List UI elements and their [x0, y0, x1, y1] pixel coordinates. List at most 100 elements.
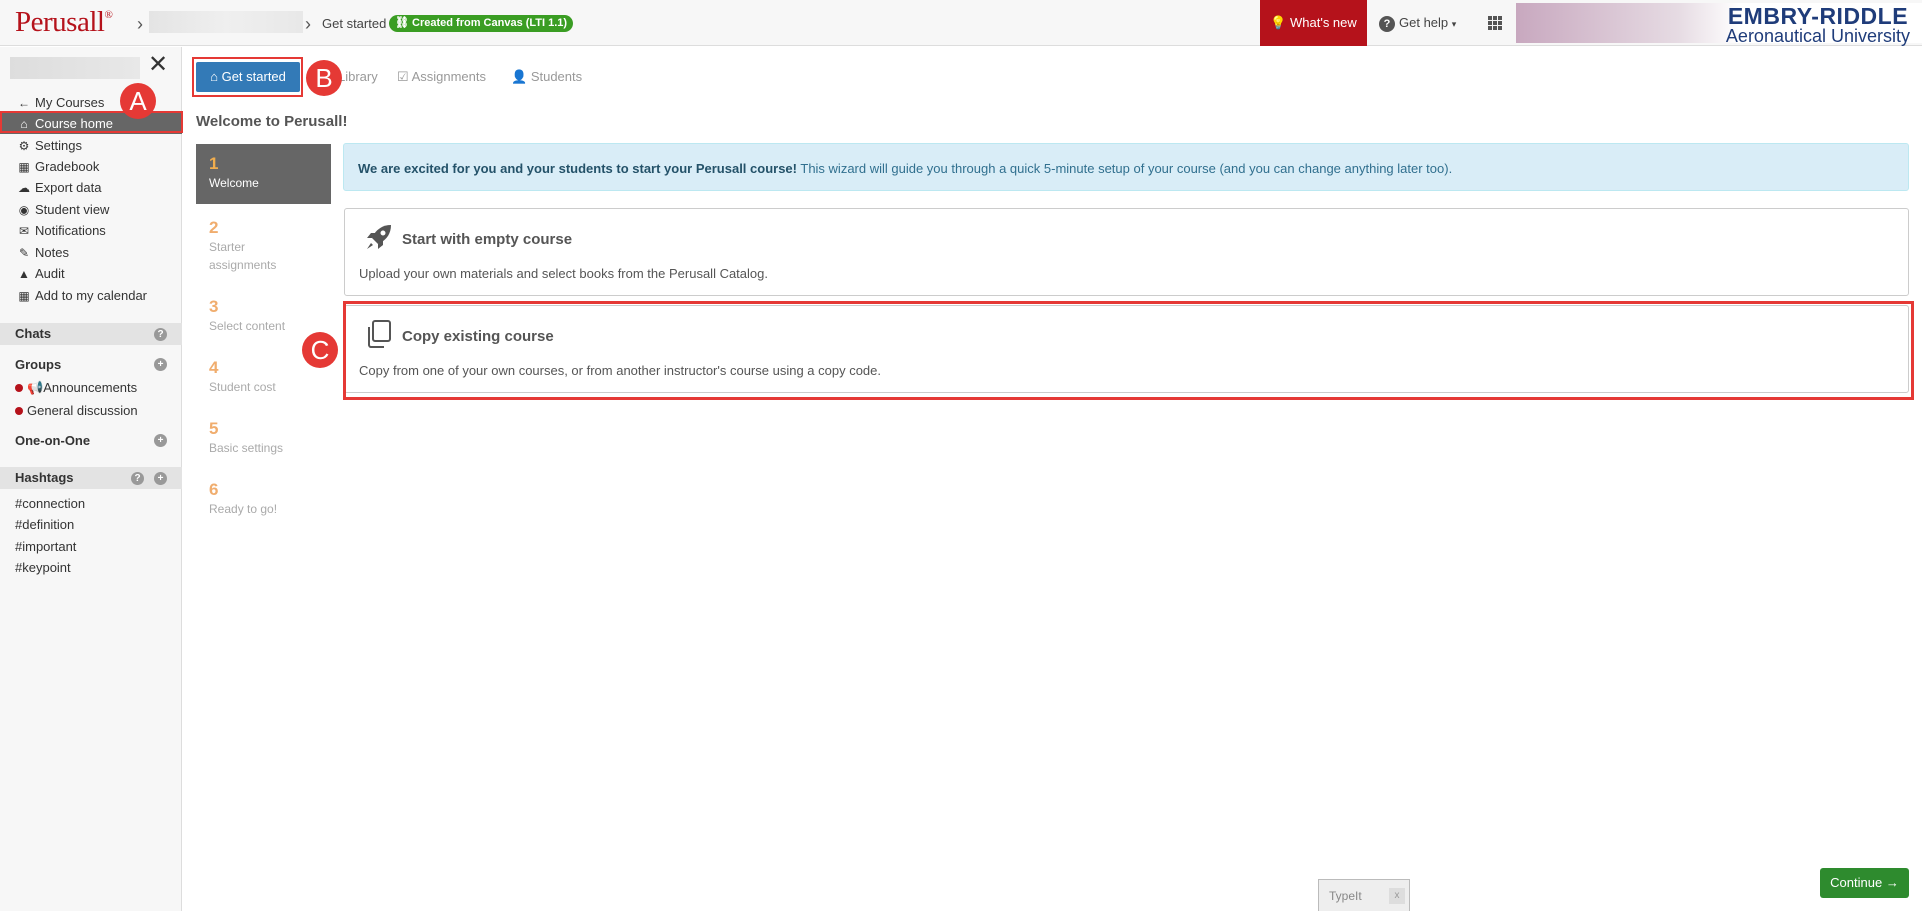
hashtag-item[interactable]: #important — [15, 539, 76, 554]
unread-dot — [15, 407, 23, 415]
sidebar-course-name-redacted — [10, 57, 140, 79]
apps-grid-icon[interactable] — [1488, 16, 1502, 30]
step-number: 1 — [209, 154, 219, 173]
info-bold-text: We are excited for you and your students… — [358, 161, 797, 176]
add-group-icon[interactable]: + — [154, 358, 167, 371]
top-bar: Perusall® › › Get started ⛓ Created from… — [0, 0, 1922, 46]
start-empty-course-option[interactable]: Start with empty course Upload your own … — [344, 208, 1909, 296]
calendar-icon: ▦ — [18, 289, 30, 303]
tab-assignments-label: Assignments — [411, 69, 486, 84]
wizard-step-2[interactable]: 2 Starter assignments — [196, 218, 306, 274]
continue-button[interactable]: Continue → — [1820, 868, 1909, 898]
sidebar-item-student-view[interactable]: ◉ Student view — [0, 199, 182, 220]
institution-logo: EMBRY-RIDDLE Aeronautical University — [1725, 3, 1910, 46]
typeit-label: TypeIt — [1329, 889, 1362, 903]
cloud-download-icon: ☁ — [18, 181, 30, 195]
chevron-right-icon: › — [305, 14, 311, 34]
get-help-label: Get help — [1399, 15, 1449, 30]
hashtags-label: Hashtags — [15, 470, 74, 485]
sidebar-item-label: Gradebook — [35, 159, 100, 174]
help-icon[interactable]: ? — [154, 328, 167, 341]
sidebar-item-audit[interactable]: ▲ Audit — [0, 263, 182, 284]
tab-assignments[interactable]: ☑ Assignments — [397, 69, 486, 85]
hashtag-item[interactable]: #definition — [15, 517, 74, 532]
gear-icon: ⚙ — [18, 139, 30, 153]
typeit-widget[interactable]: TypeIt x — [1318, 879, 1410, 911]
whats-new-button[interactable]: 💡 What's new — [1260, 0, 1367, 46]
sidebar-item-label: Notifications — [35, 223, 106, 238]
pencil-icon: ✎ — [18, 246, 30, 260]
close-icon[interactable]: x — [1389, 888, 1405, 904]
help-icon: ? — [1379, 16, 1395, 32]
lightbulb-icon: 💡 — [1270, 15, 1287, 30]
help-icon[interactable]: ? — [131, 472, 144, 485]
tab-library-label: Library — [338, 69, 378, 84]
hashtag-item[interactable]: #keypoint — [15, 560, 71, 575]
caret-down-icon: ▾ — [1451, 19, 1457, 29]
sidebar-item-label: Student view — [35, 202, 110, 217]
institution-subtitle: Aeronautical University — [1725, 26, 1910, 46]
lti-badge: ⛓ Created from Canvas (LTI 1.1) — [389, 15, 574, 32]
tab-library[interactable]: Library — [338, 69, 378, 84]
channel-label: General discussion — [27, 403, 138, 418]
marker-c: C — [302, 332, 338, 368]
table-icon: ▦ — [18, 160, 30, 174]
channel-label: Announcements — [43, 380, 138, 395]
step-label: Ready to go! — [209, 502, 278, 516]
step-number: 6 — [209, 480, 219, 499]
lti-badge-label: Created from Canvas (LTI 1.1) — [412, 17, 568, 29]
sidebar-item-label: My Courses — [35, 95, 105, 110]
wizard-step-5[interactable]: 5 Basic settings — [196, 419, 331, 457]
sidebar-item-label: Settings — [35, 138, 82, 153]
wizard-step-1[interactable]: 1 Welcome — [196, 144, 331, 204]
breadcrumb-course-name-redacted[interactable] — [149, 11, 303, 33]
sidebar-item-settings[interactable]: ⚙ Settings — [0, 135, 182, 156]
chevron-right-icon: › — [137, 14, 143, 34]
option-description: Upload your own materials and select boo… — [359, 266, 768, 281]
continue-label: Continue — [1830, 875, 1883, 890]
info-text: This wizard will guide you through a qui… — [797, 161, 1453, 176]
sidebar-item-notifications[interactable]: ✉ Notifications — [0, 220, 182, 241]
warning-icon: ▲ — [18, 267, 30, 281]
sidebar-item-notes[interactable]: ✎ Notes — [0, 242, 182, 263]
marker-b: B — [306, 60, 342, 96]
chats-label: Chats — [15, 326, 52, 341]
info-alert: We are excited for you and your students… — [343, 143, 1909, 191]
calendar-check-icon: ☑ — [397, 69, 409, 84]
close-icon[interactable]: ✕ — [148, 53, 168, 77]
channel-general-discussion[interactable]: General discussion — [15, 403, 138, 418]
highlight-course-home — [0, 111, 183, 133]
sidebar-item-export-data[interactable]: ☁ Export data — [0, 177, 182, 198]
highlight-copy-existing-course — [343, 301, 1914, 400]
perusall-logo[interactable]: Perusall® — [15, 6, 113, 39]
page-title: Welcome to Perusall! — [196, 113, 348, 130]
channel-announcements[interactable]: 📢Announcements — [15, 380, 137, 396]
sidebar-item-label: Audit — [35, 266, 65, 281]
institution-name: EMBRY-RIDDLE — [1727, 3, 1909, 29]
sidebar-item-gradebook[interactable]: ▦ Gradebook — [0, 156, 182, 177]
highlight-get-started — [192, 57, 303, 97]
sidebar-item-label: Export data — [35, 180, 102, 195]
megaphone-icon: 📢 — [27, 380, 44, 395]
sidebar-item-add-to-calendar[interactable]: ▦ Add to my calendar — [0, 285, 182, 306]
user-icon: 👤 — [511, 69, 528, 84]
get-help-menu[interactable]: ? Get help ▾ — [1379, 15, 1456, 32]
add-one-on-one-icon[interactable]: + — [154, 434, 167, 447]
step-label: Basic settings — [209, 441, 284, 455]
hashtag-item[interactable]: #connection — [15, 496, 85, 511]
step-number: 2 — [209, 218, 219, 237]
tab-students-label: Students — [530, 69, 583, 84]
tab-students[interactable]: 👤 Students — [511, 69, 582, 85]
step-label: Starter assignments — [209, 240, 277, 272]
rocket-icon — [367, 225, 391, 249]
step-number: 3 — [209, 297, 219, 316]
step-label: Welcome — [209, 176, 259, 190]
sidebar-item-label: Add to my calendar — [35, 288, 148, 303]
option-title: Start with empty course — [402, 231, 573, 248]
add-hashtag-icon[interactable]: + — [154, 472, 167, 485]
wizard-step-3[interactable]: 3 Select content — [196, 297, 331, 335]
wizard-step-6[interactable]: 6 Ready to go! — [196, 480, 331, 518]
one-on-one-label: One-on-One — [15, 433, 91, 448]
breadcrumb-current: Get started — [322, 16, 387, 31]
whats-new-label: What's new — [1290, 15, 1357, 30]
